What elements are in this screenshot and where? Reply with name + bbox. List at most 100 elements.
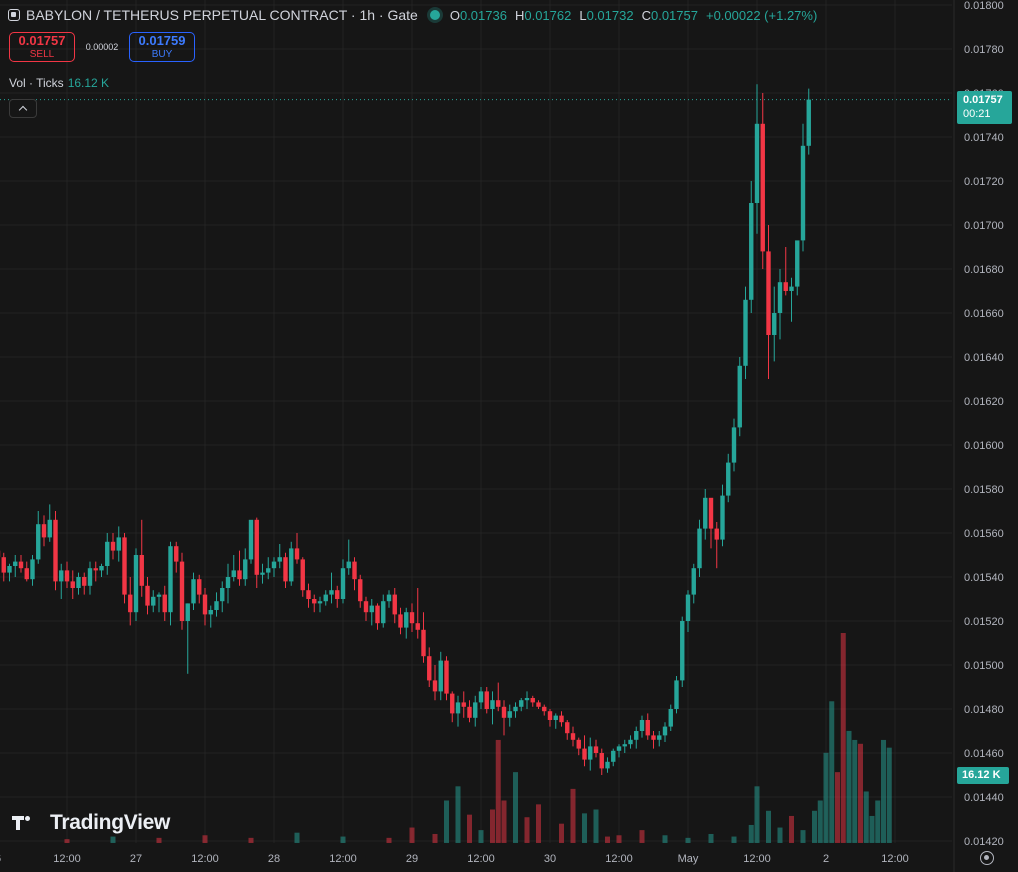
candle-body <box>237 570 242 580</box>
volume-bar <box>800 830 806 843</box>
candle-body <box>605 761 610 769</box>
candle-body <box>243 559 248 580</box>
candle-body <box>225 577 231 588</box>
volume-bar <box>248 837 254 843</box>
volume-bar <box>501 800 507 843</box>
candle-body <box>128 594 133 613</box>
volume-bar <box>559 823 564 843</box>
volume-bar <box>754 786 760 843</box>
y-tick-label: 0.01680 <box>964 264 1004 276</box>
x-tick-label: 6 <box>0 853 1 865</box>
candle-body <box>611 750 616 762</box>
y-tick-label: 0.01780 <box>964 44 1004 56</box>
volume-bar <box>766 810 771 843</box>
candle-body <box>346 561 351 569</box>
candle-body <box>559 715 564 723</box>
candle-body <box>260 572 265 575</box>
high-label: H <box>514 7 525 23</box>
tradingview-logo[interactable]: TradingView <box>12 811 170 835</box>
candle-body <box>358 579 363 602</box>
volume-bar <box>536 804 541 843</box>
candle-body <box>363 601 369 613</box>
candle-body <box>7 566 12 573</box>
y-tick-label: 0.01560 <box>964 528 1004 540</box>
y-tick-label: 0.01720 <box>964 176 1004 188</box>
open-label: O <box>449 7 460 23</box>
candle-body <box>593 746 599 753</box>
volume-bar <box>875 800 881 843</box>
candle-body <box>484 691 489 709</box>
change-value: +0.00022 (+1.27%) <box>705 7 818 23</box>
candle-body <box>202 594 208 615</box>
candle-body <box>634 731 639 740</box>
x-tick-label: 12:00 <box>191 853 219 865</box>
candle-body <box>386 594 392 602</box>
price-chart[interactable]: 0.018000.017800.017600.017400.017200.017… <box>0 0 1018 872</box>
candle-body <box>179 561 185 621</box>
volume-bar <box>202 835 208 843</box>
candle-body <box>444 660 449 694</box>
symbol-title[interactable]: BABYLON / TETHERUS PERPETUAL CONTRACT · … <box>26 7 418 23</box>
sell-label: SELL <box>29 49 55 60</box>
candle-body <box>501 706 507 718</box>
x-tick-label: 12:00 <box>53 853 81 865</box>
x-tick-label: 27 <box>130 853 142 865</box>
volume-legend-value: 16.12 K <box>67 76 110 90</box>
x-tick-label: 29 <box>406 853 418 865</box>
y-tick-label: 0.01420 <box>964 836 1004 848</box>
candle-body <box>777 282 783 313</box>
volume-bar <box>64 839 70 843</box>
candle-body <box>720 495 725 540</box>
sell-button[interactable]: 0.01757 SELL <box>9 32 75 62</box>
candle-body <box>685 594 691 621</box>
candle-body <box>680 621 685 681</box>
volume-bar <box>823 752 829 843</box>
x-tick-label: 30 <box>544 853 556 865</box>
candle-body <box>47 519 52 538</box>
settings-gear-icon[interactable] <box>980 851 994 865</box>
candle-body <box>329 590 334 595</box>
candle-body <box>323 594 328 602</box>
y-tick-label: 0.01540 <box>964 572 1004 584</box>
volume-bar <box>817 800 823 843</box>
symbol-icon[interactable] <box>8 9 20 21</box>
candle-body <box>708 497 714 529</box>
candle-body <box>473 702 478 718</box>
candle-body <box>254 519 259 575</box>
volume-bar <box>777 827 783 843</box>
high-value: 0.01762 <box>524 7 572 23</box>
y-tick-label: 0.01440 <box>964 792 1004 804</box>
volume-legend-label: Vol · Ticks <box>9 76 64 90</box>
candle-body <box>99 566 104 571</box>
candle-body <box>582 748 587 760</box>
candle-body <box>185 603 190 621</box>
candle-body <box>490 700 495 709</box>
volume-bar <box>386 837 392 843</box>
candle-body <box>588 746 593 760</box>
candle-body <box>312 599 317 604</box>
y-tick-label: 0.01640 <box>964 352 1004 364</box>
volume-bar <box>829 701 835 843</box>
x-tick-label: May <box>678 853 699 865</box>
volume-bar <box>863 791 869 843</box>
candle-body <box>24 568 29 580</box>
y-tick-label: 0.01600 <box>964 440 1004 452</box>
buy-button[interactable]: 0.01759 BUY <box>129 32 195 62</box>
collapse-legend-button[interactable] <box>9 99 37 118</box>
y-tick-label: 0.01660 <box>964 308 1004 320</box>
candle-body <box>697 528 702 569</box>
volume-bar <box>685 837 691 843</box>
candle-body <box>421 629 426 657</box>
volume-legend[interactable]: Vol · Ticks 16.12 K <box>9 76 109 90</box>
y-tick-label: 0.01500 <box>964 660 1004 672</box>
candle-body <box>789 286 794 291</box>
volume-bar <box>789 815 794 843</box>
candle-body <box>806 99 811 146</box>
candle-body <box>662 726 668 736</box>
market-open-icon <box>429 10 440 20</box>
volume-bar <box>524 817 530 843</box>
candle-body <box>208 610 213 615</box>
candle-body <box>657 735 662 740</box>
candle-body <box>645 720 650 736</box>
volume-bar <box>156 837 162 843</box>
